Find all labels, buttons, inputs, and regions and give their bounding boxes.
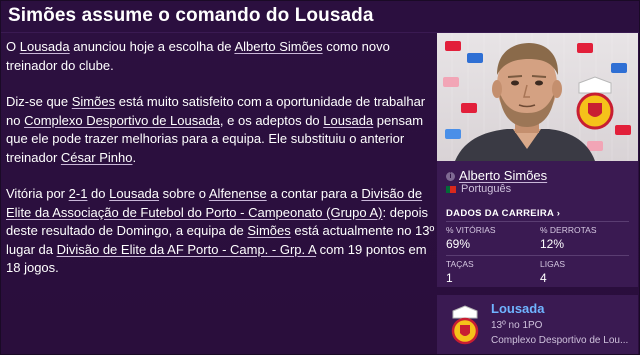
article-text: do	[87, 186, 110, 201]
headline-title: Simões assume o comando do Lousada	[8, 5, 374, 26]
article-link[interactable]: Lousada	[109, 186, 159, 201]
article-text: sobre o	[159, 186, 209, 201]
club-league-position: 13º no 1PO	[491, 320, 543, 331]
manager-portrait[interactable]	[437, 33, 638, 161]
article-text: Vitória por	[6, 186, 69, 201]
article-text: anunciou hoje a escolha de	[69, 39, 235, 54]
article-text: O	[6, 39, 20, 54]
article-text: .	[132, 149, 137, 165]
career-data-link[interactable]: DADOS DA CARREIRA ›	[446, 208, 560, 219]
side-panel: i Alberto Simões Português DADOS DA CARR…	[437, 33, 638, 354]
headline-bar: Simões assume o comando do Lousada	[1, 1, 639, 33]
article-text: a contar para a	[266, 186, 362, 201]
info-icon[interactable]: i	[446, 172, 455, 181]
article-link[interactable]: Simões	[72, 94, 115, 109]
club-crest-icon	[576, 76, 614, 130]
club-crest-icon	[451, 305, 479, 345]
club-name-link[interactable]: Lousada	[491, 301, 544, 316]
divider	[446, 221, 629, 222]
article-paragraph-2: Diz-se que Simões está muito satisfeito …	[6, 93, 436, 167]
article-link[interactable]: Lousada	[20, 39, 70, 54]
stat-label-losses: % DERROTAS	[540, 225, 597, 235]
article-link[interactable]: Complexo Desportivo de Lousada	[24, 113, 220, 128]
article-link[interactable]: 2-1	[69, 186, 88, 201]
manager-name-link[interactable]: Alberto Simões	[459, 168, 547, 183]
manager-card: i Alberto Simões Português DADOS DA CARR…	[437, 161, 638, 287]
career-data-label: DADOS DA CARREIRA	[446, 208, 554, 219]
club-card[interactable]: Lousada 13º no 1PO Complexo Desportivo d…	[437, 295, 638, 354]
article-paragraph-1: O Lousada anunciou hoje a escolha de Alb…	[6, 38, 436, 75]
stat-value-leagues: 4	[540, 271, 547, 285]
article-link[interactable]: César Pinho	[61, 150, 133, 165]
article-text: Diz-se que	[6, 94, 72, 109]
article-body: O Lousada anunciou hoje a escolha de Alb…	[6, 38, 436, 296]
article-link[interactable]: Divisão de Elite da AF Porto - Camp. - G…	[57, 242, 316, 257]
stat-value-cups: 1	[446, 271, 453, 285]
article-link[interactable]: Alfenense	[209, 186, 267, 201]
stat-label-cups: TAÇAS	[446, 259, 474, 269]
divider	[446, 255, 629, 256]
article-text: , e os adeptos do	[219, 112, 324, 128]
portugal-flag-icon	[446, 186, 456, 193]
stat-label-leagues: LIGAS	[540, 259, 566, 269]
article-paragraph-3: Vitória por 2-1 do Lousada sobre o Alfen…	[6, 185, 436, 278]
chevron-right-icon: ›	[556, 208, 561, 219]
article-link[interactable]: Lousada	[323, 113, 373, 128]
article-link[interactable]: Simões	[247, 223, 290, 238]
stat-value-losses: 12%	[540, 237, 565, 251]
manager-nationality: Português	[461, 183, 512, 195]
stat-label-wins: % VITÓRIAS	[446, 225, 496, 235]
news-item-panel: Simões assume o comando do Lousada O Lou…	[0, 0, 640, 355]
article-link[interactable]: Alberto Simões	[234, 39, 322, 54]
stat-value-wins: 69%	[446, 237, 471, 251]
club-stadium: Complexo Desportivo de Lou...	[491, 335, 629, 346]
